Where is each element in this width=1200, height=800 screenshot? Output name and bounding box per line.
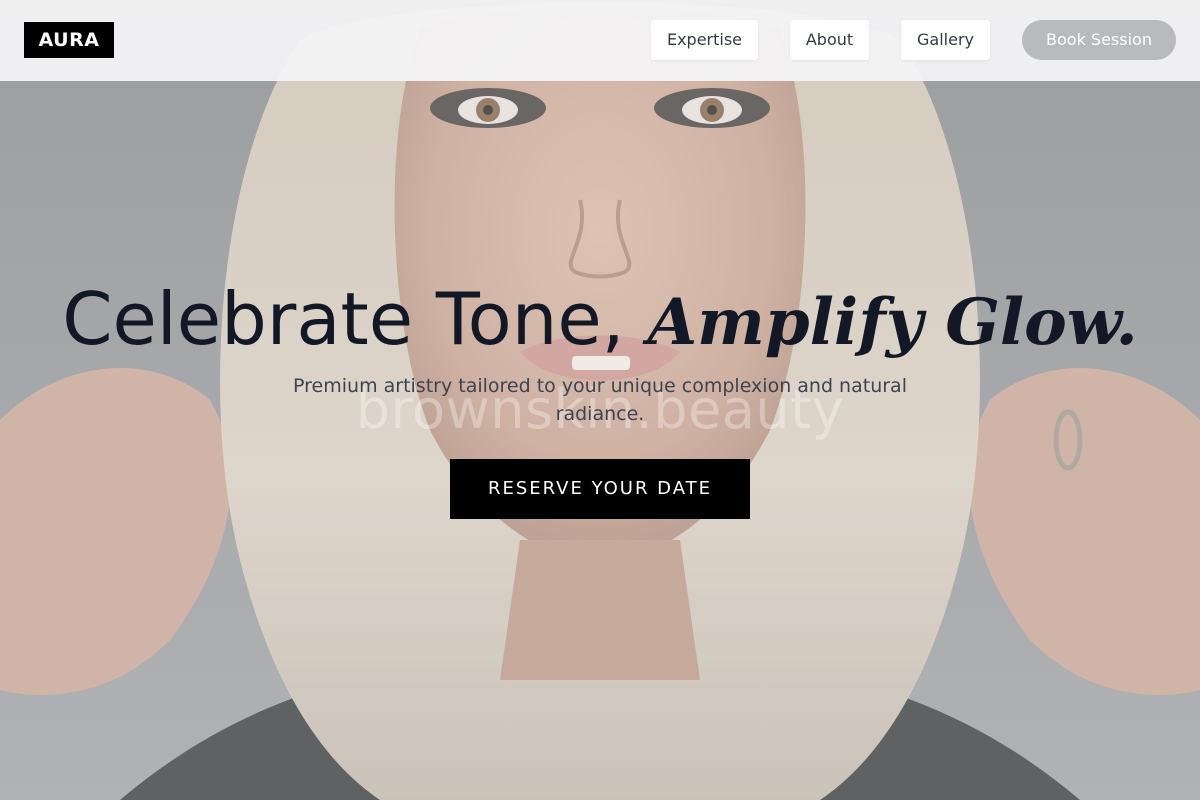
- book-session-button[interactable]: Book Session: [1022, 20, 1176, 60]
- nav-item-about[interactable]: About: [790, 20, 869, 60]
- top-navigation-bar: AURA Expertise About Gallery Book Sessio…: [0, 0, 1200, 81]
- nav-item-gallery[interactable]: Gallery: [901, 20, 990, 60]
- hero-subheadline: Premium artistry tailored to your unique…: [293, 375, 907, 425]
- reserve-date-button[interactable]: RESERVE YOUR DATE: [450, 459, 750, 519]
- nav-item-expertise[interactable]: Expertise: [651, 20, 758, 60]
- headline-plain-text: Celebrate Tone,: [62, 277, 648, 361]
- headline-accent-text: Amplify Glow.: [647, 285, 1138, 360]
- brand-logo[interactable]: AURA: [24, 22, 114, 58]
- hero-headline: Celebrate Tone, Amplify Glow.: [0, 276, 1200, 366]
